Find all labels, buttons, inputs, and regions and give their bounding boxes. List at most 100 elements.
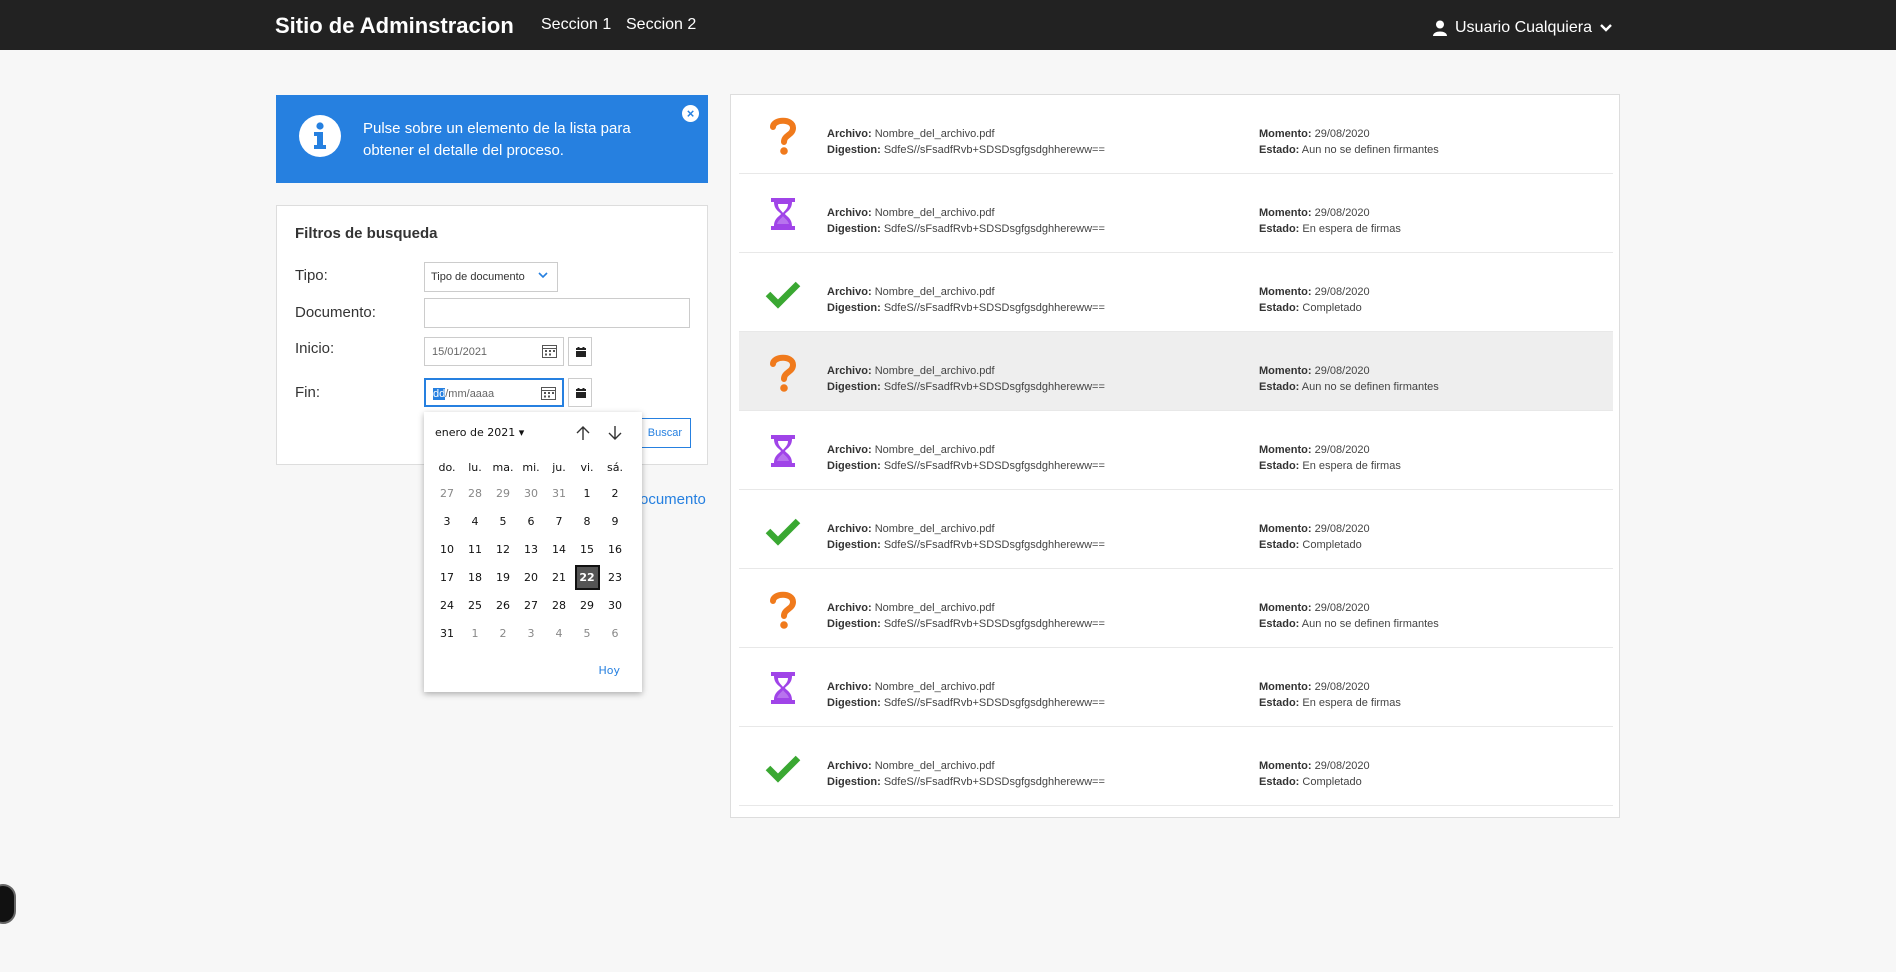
weekday-header: vi. <box>580 460 594 474</box>
document-status: Momento: 29/08/2020 Estado: Completado <box>1259 284 1370 316</box>
fin-calendar-button[interactable] <box>568 378 592 407</box>
day-cell[interactable]: 20 <box>517 563 545 591</box>
day-cell[interactable]: 2 <box>601 479 629 507</box>
tipo-select-value: Tipo de documento <box>431 271 525 283</box>
info-icon <box>299 115 341 157</box>
day-cell[interactable]: 31 <box>433 619 461 647</box>
accessibility-button[interactable] <box>0 884 16 924</box>
inicio-date-input[interactable]: 15/01/2021 <box>424 337 564 366</box>
documento-link[interactable]: ocumento <box>640 491 706 508</box>
day-cell[interactable]: 15 <box>573 535 601 563</box>
datepicker-month-select[interactable]: enero de 2021 ▾ <box>435 426 524 439</box>
buscar-button[interactable]: Buscar <box>637 418 691 448</box>
day-cell[interactable]: 27 <box>517 591 545 619</box>
day-cell[interactable]: 14 <box>545 535 573 563</box>
week-row: 17 18 19 20 21 22 23 <box>433 563 629 591</box>
list-item[interactable]: Archivo: Nombre_del_archivo.pdf Digestion… <box>739 95 1613 174</box>
day-cell[interactable]: 27 <box>433 479 461 507</box>
day-cell[interactable]: 13 <box>517 535 545 563</box>
day-cell[interactable]: 6 <box>517 507 545 535</box>
day-cell[interactable]: 29 <box>573 591 601 619</box>
day-cell[interactable]: 25 <box>461 591 489 619</box>
day-cell[interactable]: 31 <box>545 479 573 507</box>
momento-label: Momento: <box>1259 760 1312 772</box>
day-cell[interactable]: 10 <box>433 535 461 563</box>
day-cell[interactable]: 3 <box>517 619 545 647</box>
day-cell[interactable]: 9 <box>601 507 629 535</box>
list-item[interactable]: Archivo: Nombre_del_archivo.pdf Digestion… <box>739 411 1613 490</box>
day-cell[interactable]: 5 <box>489 507 517 535</box>
day-cell[interactable]: 18 <box>461 563 489 591</box>
day-cell[interactable]: 5 <box>573 619 601 647</box>
nav-link-seccion-2[interactable]: Seccion 2 <box>626 16 696 34</box>
document-status: Momento: 29/08/2020 Estado: Completado <box>1259 521 1370 553</box>
user-name: Usuario Cualquiera <box>1455 19 1592 36</box>
list-item[interactable]: Archivo: Nombre_del_archivo.pdf Digestion… <box>739 490 1613 569</box>
archivo-label: Archivo: <box>827 128 872 140</box>
document-status: Momento: 29/08/2020 Estado: En espera de … <box>1259 679 1401 711</box>
document-info: Archivo: Nombre_del_archivo.pdf Digestion… <box>827 521 1105 553</box>
list-item[interactable]: Archivo: Nombre_del_archivo.pdf Digestion… <box>739 727 1613 806</box>
weekday-header: sá. <box>607 460 623 474</box>
momento-value: 29/08/2020 <box>1314 128 1370 140</box>
day-cell[interactable]: 16 <box>601 535 629 563</box>
chevron-down-icon <box>1600 23 1612 33</box>
day-cell[interactable]: 4 <box>545 619 573 647</box>
day-cell[interactable]: 29 <box>489 479 517 507</box>
digestion-value: SdfeS//sFsadfRvb+SDSDsgfgsdghhereww== <box>883 776 1105 788</box>
list-item[interactable]: Archivo: Nombre_del_archivo.pdf Digestion… <box>739 569 1613 648</box>
arrow-down-icon[interactable] <box>606 424 624 442</box>
calendar-icon[interactable] <box>541 386 556 403</box>
today-button[interactable]: Hoy <box>598 664 620 677</box>
day-cell-today[interactable]: 22 <box>573 563 601 591</box>
fin-date-input[interactable]: dd/mm/aaaa <box>424 378 564 407</box>
day-cell[interactable]: 11 <box>461 535 489 563</box>
inicio-calendar-button[interactable] <box>568 337 592 366</box>
day-cell[interactable]: 17 <box>433 563 461 591</box>
day-cell[interactable]: 30 <box>601 591 629 619</box>
archivo-value: Nombre_del_archivo.pdf <box>874 681 995 693</box>
tipo-select[interactable]: Tipo de documento <box>424 262 558 292</box>
day-cell[interactable]: 28 <box>545 591 573 619</box>
day-cell[interactable]: 7 <box>545 507 573 535</box>
archivo-label: Archivo: <box>827 760 872 772</box>
document-info: Archivo: Nombre_del_archivo.pdf Digestion… <box>827 126 1105 158</box>
momento-label: Momento: <box>1259 207 1312 219</box>
day-cell[interactable]: 6 <box>601 619 629 647</box>
close-icon[interactable]: × <box>682 105 699 122</box>
day-cell[interactable]: 21 <box>545 563 573 591</box>
estado-value: Aun no se definen firmantes <box>1301 144 1439 156</box>
list-item[interactable]: Archivo: Nombre_del_archivo.pdf Digestion… <box>739 174 1613 253</box>
day-cell[interactable]: 8 <box>573 507 601 535</box>
day-cell[interactable]: 3 <box>433 507 461 535</box>
day-cell[interactable]: 23 <box>601 563 629 591</box>
day-cell[interactable]: 24 <box>433 591 461 619</box>
alert-message: Pulse sobre un elemento de la lista para… <box>363 120 631 159</box>
datepicker-month-label: enero de 2021 <box>435 426 516 439</box>
day-cell[interactable]: 28 <box>461 479 489 507</box>
estado-value: En espera de firmas <box>1302 460 1401 472</box>
day-cell[interactable]: 19 <box>489 563 517 591</box>
arrow-up-icon[interactable] <box>574 424 592 442</box>
user-menu[interactable]: Usuario Cualquiera <box>1433 18 1612 38</box>
list-item[interactable]: Archivo: Nombre_del_archivo.pdf Digestion… <box>739 332 1613 411</box>
day-cell[interactable]: 1 <box>573 479 601 507</box>
nav-link-seccion-1[interactable]: Seccion 1 <box>541 16 611 34</box>
documento-input[interactable] <box>424 298 690 328</box>
calendar-icon[interactable] <box>542 344 557 361</box>
check-icon <box>765 747 801 787</box>
list-item[interactable]: Archivo: Nombre_del_archivo.pdf Digestion… <box>739 648 1613 727</box>
list-item[interactable]: Archivo: Nombre_del_archivo.pdf Digestion… <box>739 253 1613 332</box>
fin-day-segment: dd <box>433 388 446 400</box>
site-brand[interactable]: Sitio de Adminstracion <box>275 13 514 39</box>
day-cell[interactable]: 30 <box>517 479 545 507</box>
day-cell[interactable]: 26 <box>489 591 517 619</box>
archivo-value: Nombre_del_archivo.pdf <box>874 523 995 535</box>
momento-label: Momento: <box>1259 523 1312 535</box>
archivo-value: Nombre_del_archivo.pdf <box>874 760 995 772</box>
day-cell[interactable]: 4 <box>461 507 489 535</box>
day-cell[interactable]: 1 <box>461 619 489 647</box>
day-cell[interactable]: 2 <box>489 619 517 647</box>
day-cell[interactable]: 12 <box>489 535 517 563</box>
momento-label: Momento: <box>1259 444 1312 456</box>
